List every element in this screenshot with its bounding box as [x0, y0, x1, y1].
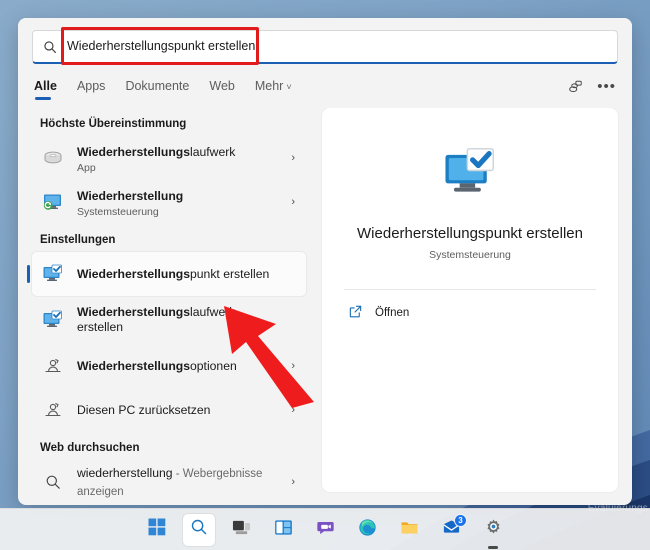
open-button-label: Öffnen	[375, 307, 410, 319]
list-item-text: Wiederherstellungslaufwerk erstellen	[77, 305, 298, 336]
list-item-title-rest: laufwerk	[190, 144, 236, 159]
chevron-right-icon[interactable]: ›	[291, 196, 298, 208]
list-item-title: Wiederherstellung	[77, 189, 183, 203]
list-item-title-rest: punkt erstellen	[190, 267, 270, 281]
open-external-icon	[348, 304, 363, 322]
taskbar-settings-button[interactable]	[477, 514, 509, 546]
tab-web[interactable]: Web	[209, 79, 234, 100]
mail-badge-count: 3	[454, 513, 467, 527]
monitor-check-icon	[40, 261, 66, 287]
tab-apps-label: Apps	[76, 78, 106, 93]
tab-alle-label: Alle	[34, 78, 57, 93]
list-item-title-bold: Wiederherstellungs	[77, 304, 190, 319]
chevron-right-icon[interactable]: ›	[291, 404, 298, 416]
preview-title: Wiederherstellungspunkt erstellen	[357, 225, 583, 242]
taskbar-mail-button[interactable]: 3	[435, 513, 467, 546]
taskbar-widgets-button[interactable]	[267, 514, 299, 546]
panel-body: Höchste Übereinstimmung Wiederherstellun…	[18, 104, 632, 505]
widgets-icon	[274, 518, 293, 542]
tab-alle[interactable]: Alle	[34, 79, 57, 100]
list-item[interactable]: Wiederherstellungslaufwerk erstellen	[32, 296, 306, 344]
list-item[interactable]: wiederherstellung - Webergebnisse anzeig…	[32, 460, 306, 504]
tab-mehr[interactable]: Mehr ˅	[255, 79, 292, 100]
recovery-options-icon	[40, 397, 66, 423]
chevron-right-icon[interactable]: ›	[291, 476, 298, 488]
section-heading-best-match: Höchste Übereinstimmung	[40, 118, 187, 130]
section-heading-settings: Einstellungen	[40, 234, 116, 246]
people-feedback-icon[interactable]	[567, 79, 583, 95]
gear-icon	[484, 518, 503, 542]
list-item-title-rest: Diesen PC zurücksetzen	[77, 403, 211, 417]
list-item-text: Diesen PC zurücksetzen	[77, 401, 280, 419]
monitor-check-icon	[439, 142, 501, 209]
chat-teams-icon	[316, 518, 335, 542]
list-item-text: Wiederherstellungslaufwerk App	[77, 143, 280, 174]
list-item-subtitle: Systemsteuerung	[77, 205, 159, 218]
recovery-options-icon	[40, 353, 66, 379]
filter-tabs-row: Alle Apps Dokumente Web Mehr ˅ •••	[18, 64, 632, 104]
list-item-title: Diesen PC zurücksetzen	[77, 403, 210, 417]
list-item-title: wiederherstellung - Webergebnisse anzeig…	[77, 466, 262, 498]
list-item-subtitle: App	[77, 161, 96, 174]
list-item-title-bold: Wiederherstellungs	[77, 267, 190, 281]
list-item-title: Wiederherstellungslaufwerk erstellen	[77, 304, 235, 336]
edge-browser-icon	[358, 518, 377, 542]
search-icon	[40, 469, 66, 495]
list-item-title-rest: optionen	[190, 359, 237, 373]
list-item-title-bold: Wiederherstellungs	[77, 144, 190, 159]
list-item-text: Wiederherstellung Systemsteuerung	[77, 187, 280, 218]
windows-logo-icon	[148, 518, 166, 541]
search-input[interactable]: Wiederherstellungspunkt erstellen	[32, 27, 618, 65]
list-item-text: Wiederherstellungsoptionen	[77, 357, 280, 375]
more-options-icon[interactable]: •••	[597, 79, 616, 94]
list-item-title-bold: Wiederherstellungs	[77, 359, 190, 373]
open-button[interactable]: Öffnen	[344, 290, 596, 336]
taskbar-file-explorer-button[interactable]	[393, 514, 425, 546]
chevron-down-icon: ˅	[286, 81, 292, 92]
section-heading-web: Web durchsuchen	[40, 442, 140, 454]
taskbar-search-button[interactable]	[183, 513, 215, 546]
list-item-text: wiederherstellung - Webergebnisse anzeig…	[77, 464, 280, 500]
folder-icon	[400, 518, 419, 542]
taskbar-task-view-button[interactable]	[225, 514, 257, 546]
task-view-icon	[232, 518, 251, 542]
taskbar-edge-button[interactable]	[351, 514, 383, 546]
taskbar: 3	[0, 508, 650, 550]
filter-tabs: Alle Apps Dokumente Web Mehr ˅	[34, 79, 567, 100]
search-icon	[190, 518, 208, 541]
list-item-title: Wiederherstellungslaufwerk	[77, 145, 235, 159]
list-item[interactable]: Diesen PC zurücksetzen ›	[32, 388, 306, 432]
text-caret	[256, 39, 258, 54]
list-item[interactable]: Wiederherstellung Systemsteuerung ›	[32, 180, 306, 224]
tab-web-label: Web	[209, 78, 235, 93]
search-input-value: Wiederherstellungspunkt erstellen	[67, 39, 256, 54]
tab-dokumente-label: Dokumente	[125, 78, 190, 93]
search-icon	[43, 40, 57, 54]
list-item[interactable]: Wiederherstellungslaufwerk App ›	[32, 136, 306, 180]
monitor-restore-icon	[40, 189, 66, 215]
list-item-title-rest: wiederherstellung	[77, 466, 173, 480]
list-item-title: Wiederherstellungsoptionen	[77, 359, 237, 373]
search-box-container: Wiederherstellungspunkt erstellen	[18, 18, 632, 65]
preview-subtitle: Systemsteuerung	[429, 249, 511, 261]
results-list: Höchste Übereinstimmung Wiederherstellun…	[18, 108, 314, 505]
list-item[interactable]: Wiederherstellungsoptionen ›	[32, 344, 306, 388]
list-item-selected[interactable]: Wiederherstellungspunkt erstellen	[27, 252, 306, 296]
chevron-right-icon[interactable]: ›	[291, 152, 298, 164]
tab-apps[interactable]: Apps	[77, 79, 106, 100]
monitor-check-icon	[40, 307, 66, 333]
search-flyout-panel: Wiederherstellungspunkt erstellen Alle A…	[18, 18, 632, 505]
hard-drive-icon	[40, 145, 66, 171]
list-item-title-bold: Wiederherstellung	[77, 188, 184, 203]
chevron-right-icon[interactable]: ›	[291, 360, 298, 372]
tab-dokumente[interactable]: Dokumente	[125, 79, 189, 100]
preview-card: Wiederherstellungspunkt erstellen System…	[322, 108, 618, 492]
taskbar-start-button[interactable]	[141, 514, 173, 546]
taskbar-chat-button[interactable]	[309, 514, 341, 546]
list-item-text: Wiederherstellungspunkt erstellen	[77, 265, 298, 283]
list-item-title: Wiederherstellungspunkt erstellen	[77, 267, 269, 281]
tabs-actions: •••	[567, 79, 616, 99]
tab-mehr-label: Mehr	[254, 78, 284, 93]
preview-pane: Wiederherstellungspunkt erstellen System…	[314, 108, 632, 505]
